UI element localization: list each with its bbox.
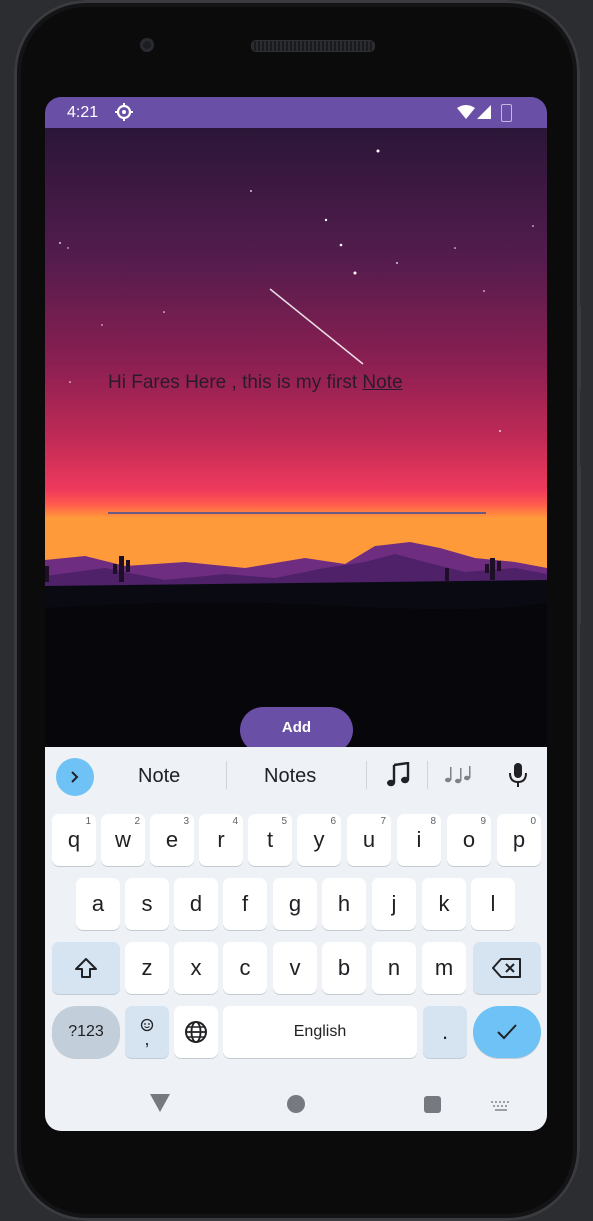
key-label: u (362, 827, 376, 852)
key-hint: 8 (430, 816, 436, 827)
key-q[interactable]: q1 (52, 814, 96, 866)
key-label: w (115, 827, 131, 852)
key-label: t (266, 827, 274, 852)
key-hint: 3 (183, 816, 189, 827)
key-label: e (165, 827, 179, 852)
key-hint: 5 (281, 816, 287, 827)
key-label: p (512, 827, 526, 852)
key-l[interactable]: l (471, 878, 515, 930)
soft-keyboard: Note Notes q1 w2 e3 r4 t5 y6 u7 i8 o9 p0… (45, 747, 547, 1131)
key-b[interactable]: b (322, 942, 366, 994)
key-k[interactable]: k (422, 878, 466, 930)
suggestion-1[interactable]: Note (138, 765, 180, 788)
key-p[interactable]: p0 (497, 814, 541, 866)
chevron-right-icon (71, 771, 79, 783)
suggestion-divider (366, 761, 367, 789)
note-text-content: Hi Fares Here , this is my first (108, 372, 363, 393)
microphone-icon[interactable] (508, 762, 528, 793)
front-camera (140, 38, 154, 52)
key-n[interactable]: n (372, 942, 416, 994)
recents-square-icon[interactable] (424, 1096, 441, 1113)
key-hint: 7 (380, 816, 386, 827)
key-label: q (67, 827, 81, 852)
key-o[interactable]: o9 (447, 814, 491, 866)
emoji-comma-key[interactable]: , (125, 1006, 169, 1058)
shift-icon (75, 958, 97, 978)
expand-toolbar-button[interactable] (56, 758, 94, 796)
space-bar[interactable]: English (223, 1006, 417, 1058)
key-label: o (462, 827, 476, 852)
suggestion-2[interactable]: Notes (264, 765, 316, 788)
home-circle-icon[interactable] (287, 1095, 305, 1113)
backspace-key[interactable] (473, 942, 541, 994)
key-r[interactable]: r4 (199, 814, 243, 866)
key-f[interactable]: f (223, 878, 267, 930)
key-m[interactable]: m (422, 942, 466, 994)
key-hint: 4 (232, 816, 238, 827)
key-hint: 2 (134, 816, 140, 827)
checkmark-icon (497, 1024, 517, 1040)
cell-signal-icon (477, 105, 491, 124)
music-note-icon[interactable] (386, 761, 410, 793)
globe-icon (185, 1021, 207, 1043)
key-d[interactable]: d (174, 878, 218, 930)
back-triangle-icon[interactable] (149, 1092, 171, 1119)
suggestion-divider (427, 761, 428, 789)
comma-label: , (144, 1029, 150, 1049)
settings-icon (115, 103, 133, 126)
status-time: 4:21 (67, 104, 99, 121)
key-y[interactable]: y6 (297, 814, 341, 866)
key-s[interactable]: s (125, 878, 169, 930)
note-input-underline (108, 512, 486, 514)
earpiece-speaker (251, 40, 375, 52)
language-key[interactable] (174, 1006, 218, 1058)
key-hint: 1 (85, 816, 91, 827)
period-key[interactable]: . (423, 1006, 467, 1058)
night-sky-background (45, 128, 547, 748)
key-w[interactable]: w2 (101, 814, 145, 866)
power-button (577, 305, 581, 390)
key-z[interactable]: z (125, 942, 169, 994)
key-label: y (313, 827, 325, 852)
phone-screen: 4:21 Hi Fares Here , this is my first No… (45, 97, 547, 1131)
key-v[interactable]: v (273, 942, 317, 994)
key-hint: 9 (480, 816, 486, 827)
wifi-icon (457, 105, 475, 124)
music-notes-icon[interactable] (444, 764, 472, 789)
navigation-bar (45, 1077, 547, 1131)
key-a[interactable]: a (76, 878, 120, 930)
key-label: i (416, 827, 422, 852)
key-g[interactable]: g (273, 878, 317, 930)
shift-key[interactable] (52, 942, 120, 994)
keyboard-switch-icon[interactable] (491, 1098, 511, 1116)
note-input-text[interactable]: Hi Fares Here , this is my first Note (108, 372, 403, 394)
symbols-mode-key[interactable]: ?123 (52, 1006, 120, 1058)
key-e[interactable]: e3 (150, 814, 194, 866)
key-t[interactable]: t5 (248, 814, 292, 866)
key-hint: 6 (330, 816, 336, 827)
key-c[interactable]: c (223, 942, 267, 994)
volume-button (577, 465, 581, 625)
suggestion-strip: Note Notes (45, 747, 547, 803)
key-i[interactable]: i8 (397, 814, 441, 866)
status-bar: 4:21 (45, 97, 547, 128)
enter-key[interactable] (473, 1006, 541, 1058)
key-label: r (217, 827, 225, 852)
key-hint: 0 (530, 816, 536, 827)
suggestion-divider (226, 761, 227, 789)
note-text-underlined-word: Note (362, 372, 403, 393)
key-u[interactable]: u7 (347, 814, 391, 866)
key-h[interactable]: h (322, 878, 366, 930)
battery-icon (501, 104, 512, 122)
key-j[interactable]: j (372, 878, 416, 930)
key-x[interactable]: x (174, 942, 218, 994)
backspace-icon (492, 958, 521, 978)
